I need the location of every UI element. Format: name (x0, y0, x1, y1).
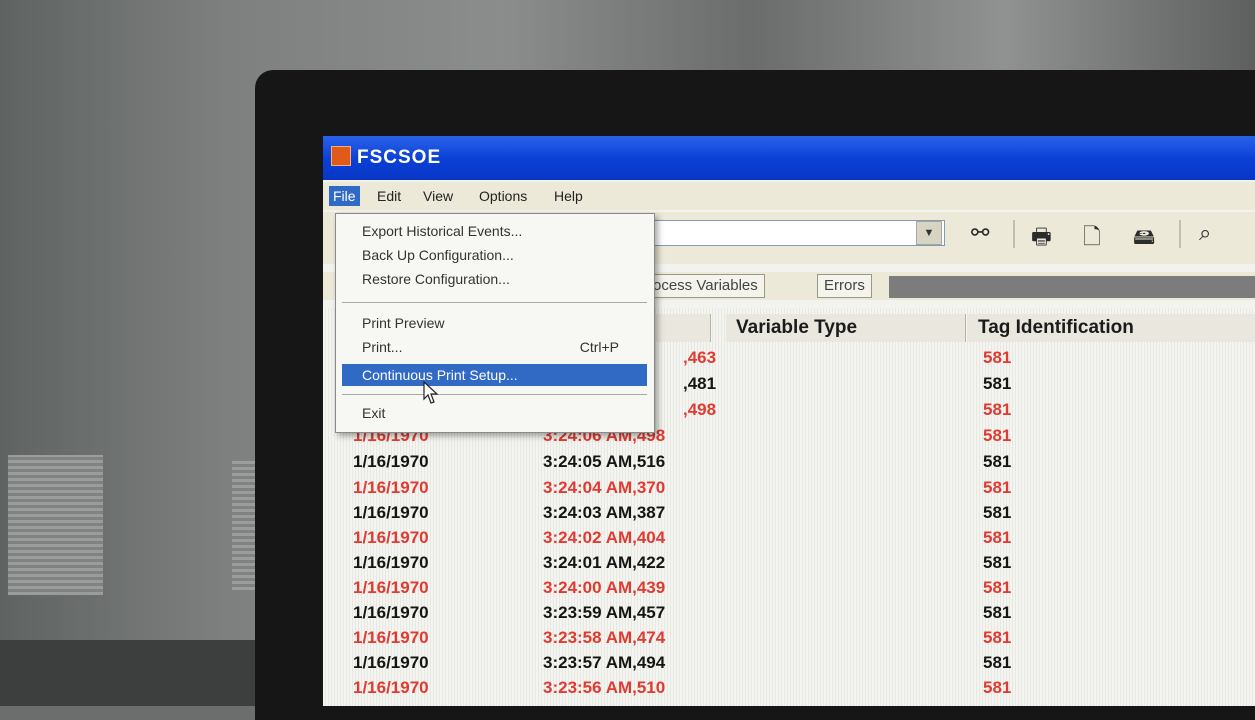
wall-vent (8, 455, 103, 595)
title-bar[interactable]: FSCSOE (323, 136, 1255, 180)
tag-cell: 581 (983, 348, 1012, 367)
menu-view[interactable]: View (419, 186, 457, 206)
table-row[interactable]: 1/16/1970 3:24:01 AM,422 581 (323, 553, 1255, 578)
time-cell: 3:23:58 AM,474 (543, 628, 666, 647)
tag-cell: 581 (983, 374, 1012, 393)
time-cell: 3:23:59 AM,457 (543, 603, 666, 622)
help-icon[interactable]: ⌕ (1199, 220, 1211, 246)
time-cell: 3:24:00 AM,439 (543, 578, 666, 597)
column-header-variable-type[interactable]: Variable Type (726, 314, 966, 342)
date-cell: 1/16/1970 (353, 452, 429, 471)
tag-cell: 581 (983, 452, 1012, 471)
combo-dropdown-button[interactable]: ▼ (916, 221, 942, 245)
date-cell: 1/16/1970 (353, 678, 429, 697)
date-cell: 1/16/1970 (353, 503, 429, 522)
tag-cell: 581 (983, 478, 1012, 497)
tag-cell: 581 (983, 628, 1012, 647)
date-cell: 1/16/1970 (353, 478, 429, 497)
tab-errors[interactable]: Errors (817, 274, 872, 298)
window-title: FSCSOE (357, 147, 442, 168)
table-row[interactable]: 1/16/1970 3:23:59 AM,457 581 (323, 603, 1255, 628)
file-menu-dropdown: Export Historical Events... Back Up Conf… (335, 213, 655, 433)
tag-cell: 581 (983, 553, 1012, 572)
menu-shortcut: Ctrl+P (579, 339, 619, 355)
menu-continuous-print-setup[interactable]: Continuous Print Setup... (342, 364, 647, 386)
menu-file[interactable]: File (329, 186, 360, 206)
tag-cell: 581 (983, 678, 1012, 697)
menu-item-label: Print Preview (362, 315, 445, 331)
toolbar-separator (1179, 220, 1181, 248)
menu-separator (342, 302, 647, 303)
time-cell: ,498 (683, 400, 717, 419)
tag-cell: 581 (983, 400, 1012, 419)
menu-separator (342, 394, 647, 395)
table-row[interactable]: 1/16/1970 3:24:04 AM,370 581 (323, 478, 1255, 503)
tab-process-variables[interactable]: rocess Variables (641, 274, 765, 298)
table-row[interactable]: 1/16/1970 3:24:02 AM,404 581 (323, 528, 1255, 553)
table-row[interactable]: 1/16/1970 3:23:58 AM,474 581 (323, 628, 1255, 653)
mouse-cursor-icon (423, 381, 439, 404)
menu-back-up-configuration[interactable]: Back Up Configuration... (342, 244, 647, 266)
time-cell: 3:24:04 AM,370 (543, 478, 666, 497)
column-header-blank[interactable] (651, 314, 711, 342)
toolbar-separator (1013, 220, 1015, 248)
tag-cell: 581 (983, 426, 1012, 445)
column-header-tag-identification[interactable]: Tag Identification (968, 314, 1255, 342)
menu-exit[interactable]: Exit (342, 402, 647, 424)
table-row[interactable]: 1/16/1970 3:24:05 AM,516 581 (323, 452, 1255, 477)
menu-export-historical-events[interactable]: Export Historical Events... (342, 220, 647, 242)
date-cell: 1/16/1970 (353, 628, 429, 647)
tag-cell: 581 (983, 503, 1012, 522)
table-row[interactable]: 1/16/1970 3:24:03 AM,387 581 (323, 503, 1255, 528)
menu-item-label: Print... (362, 339, 403, 355)
menu-item-label: Restore Configuration... (362, 271, 510, 287)
tag-cell: 581 (983, 603, 1012, 622)
time-cell: 3:24:05 AM,516 (543, 452, 666, 471)
menu-item-label: Export Historical Events... (362, 223, 523, 239)
menu-bar: File Edit View Options Help (323, 182, 1255, 210)
find-binoculars-icon[interactable]: ⚯ (971, 220, 989, 246)
date-cell: 1/16/1970 (353, 653, 429, 672)
time-cell: ,463 (683, 348, 717, 367)
menu-restore-configuration[interactable]: Restore Configuration... (342, 268, 647, 290)
export-icon[interactable]: 🖴 (1133, 220, 1155, 258)
time-cell: 3:24:02 AM,404 (543, 528, 666, 547)
menu-item-label: Exit (362, 405, 386, 421)
time-cell: 3:23:57 AM,494 (543, 653, 666, 672)
tag-cell: 581 (983, 653, 1012, 672)
menu-edit[interactable]: Edit (373, 186, 405, 206)
menu-options[interactable]: Options (475, 186, 531, 206)
tag-cell: 581 (983, 578, 1012, 597)
menu-print-preview[interactable]: Print Preview (342, 312, 647, 334)
date-cell: 1/16/1970 (353, 528, 429, 547)
tab-strip-fill (889, 276, 1255, 298)
table-row[interactable]: 1/16/1970 3:23:56 AM,510 581 (323, 678, 1255, 703)
table-row[interactable]: 1/16/1970 3:24:00 AM,439 581 (323, 578, 1255, 603)
filter-combo[interactable] (643, 220, 945, 246)
date-cell: 1/16/1970 (353, 603, 429, 622)
table-row[interactable]: 1/16/1970 3:23:57 AM,494 581 (323, 653, 1255, 678)
time-cell: 3:24:03 AM,387 (543, 503, 666, 522)
app-icon (331, 146, 351, 166)
print-icon[interactable]: 🖶 (1031, 220, 1052, 258)
time-cell: 3:23:56 AM,510 (543, 678, 666, 697)
menu-item-label: Back Up Configuration... (362, 247, 514, 263)
menu-help[interactable]: Help (550, 186, 587, 206)
date-cell: 1/16/1970 (353, 578, 429, 597)
time-cell: ,481 (683, 374, 717, 393)
menu-print[interactable]: Print... Ctrl+P (342, 336, 647, 358)
time-cell: 3:24:01 AM,422 (543, 553, 666, 572)
tag-cell: 581 (983, 528, 1012, 547)
date-cell: 1/16/1970 (353, 553, 429, 572)
print-preview-icon[interactable]: 🗋 (1083, 220, 1101, 258)
